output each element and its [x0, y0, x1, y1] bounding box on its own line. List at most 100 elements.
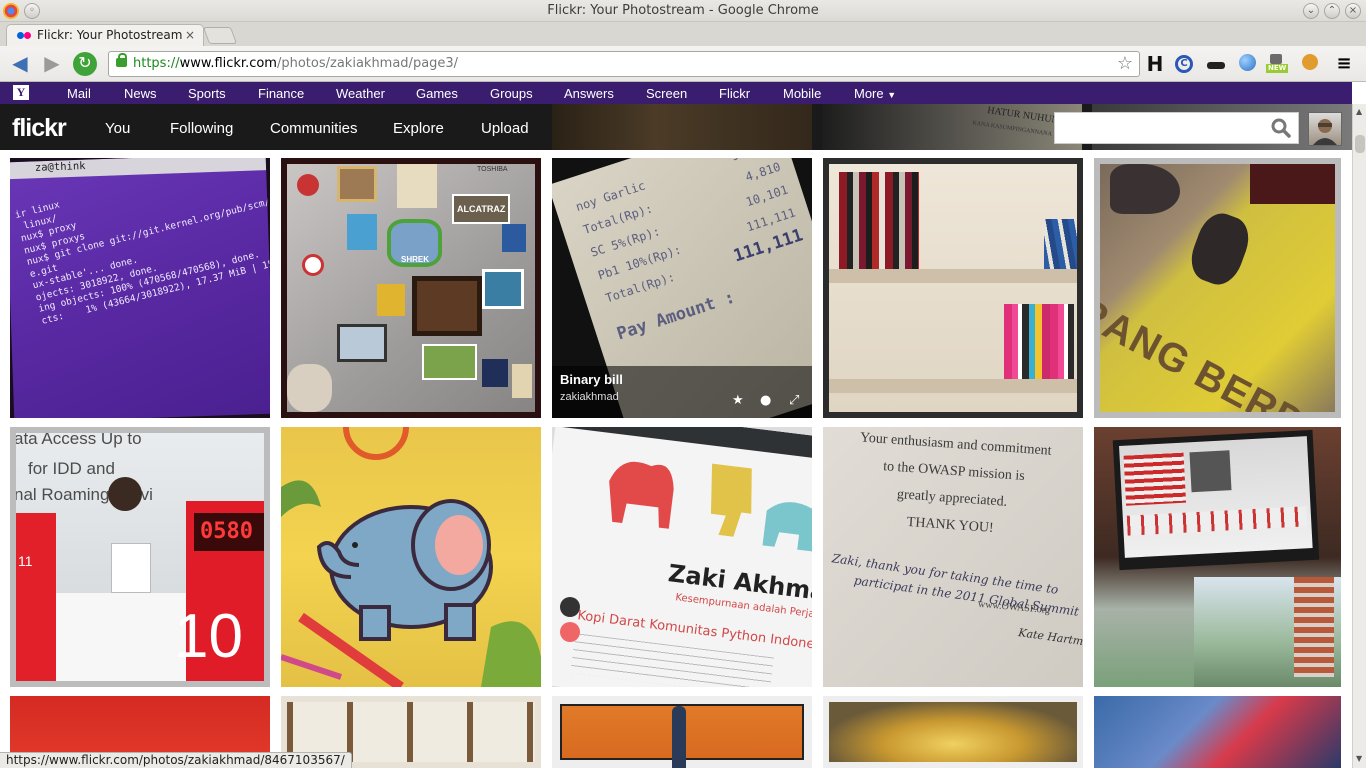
avatar[interactable] [1308, 112, 1342, 146]
animal-illustration [609, 461, 812, 552]
photostream-grid: za@think ir linux linux/nux$ proxy nux$ p… [0, 150, 1352, 768]
yahoo-answers-link[interactable]: Answers [564, 86, 614, 101]
favorite-star-icon[interactable]: ★ [732, 393, 744, 408]
terminal-text: ir linux linux/nux$ proxy nux$ proxys nux$… [14, 197, 270, 327]
nav-upload[interactable]: Upload [481, 120, 529, 137]
tab-title: Flickr: Your Photostream [37, 28, 183, 42]
photo-owasp-card[interactable]: Your enthusiasm and commitment to the OW… [823, 427, 1083, 687]
search-input[interactable] [1054, 112, 1299, 144]
nav-explore[interactable]: Explore [393, 120, 444, 137]
search-icon[interactable] [1270, 117, 1292, 139]
reload-button[interactable]: ↻ [73, 52, 97, 76]
yahoo-news-link[interactable]: News [124, 86, 157, 101]
yahoo-finance-link[interactable]: Finance [258, 86, 304, 101]
comment-icon[interactable]: ● [760, 393, 771, 408]
cookie-extension-icon[interactable] [1300, 54, 1320, 74]
h-extension-icon[interactable]: H [1145, 54, 1165, 74]
header-photo-strip [552, 104, 812, 150]
new-extension-icon[interactable]: NEW [1266, 54, 1289, 74]
counter-number: 10 [174, 602, 243, 671]
scroll-down-icon[interactable]: ▼ [1356, 754, 1364, 764]
chrome-menu-icon[interactable]: ≡ [1334, 54, 1354, 74]
photo-counter-booth[interactable]: ata Access Up to for IDD and nal Roaming… [10, 427, 270, 687]
chevron-down-icon: ▼ [887, 90, 897, 100]
yahoo-groups-link[interactable]: Groups [490, 86, 533, 101]
c-extension-icon[interactable]: C [1175, 55, 1193, 73]
photo-shoes-sign[interactable]: RANG BERDIRI [1094, 158, 1341, 418]
yahoo-sports-link[interactable]: Sports [188, 86, 226, 101]
photo-image: ata Access Up to for IDD and nal Roaming… [16, 433, 264, 681]
yahoo-logo[interactable]: Y [13, 85, 29, 100]
bookmark-star-icon[interactable]: ☆ [1117, 53, 1133, 74]
back-button[interactable]: ◀ [8, 52, 32, 76]
maximize-button[interactable]: ⌃ [1324, 3, 1340, 19]
avatar-face-icon [1313, 119, 1337, 145]
yahoo-mail-link[interactable]: Mail [67, 86, 91, 101]
nav-following[interactable]: Following [170, 120, 233, 137]
nav-you[interactable]: You [105, 120, 130, 137]
counter-number: 11 [18, 553, 33, 569]
led-display: 0580 [200, 519, 253, 544]
card-signature: Kate Hartmann [1017, 626, 1083, 651]
status-bar-url: https://www.flickr.com/photos/zakiakhmad… [0, 752, 352, 768]
photo-train-screen[interactable] [1094, 427, 1341, 687]
photo-owner[interactable]: zakiakhmad [560, 391, 619, 403]
yahoo-mobile-link[interactable]: Mobile [783, 86, 821, 101]
photo-bookshelf[interactable] [823, 158, 1083, 418]
post-format-icon [560, 597, 580, 617]
browser-toolbar: ◀ ▶ ↻ https://www.flickr.com/photos/zaki… [0, 46, 1366, 82]
magnet-label: ALCATRAZ [457, 204, 506, 214]
yahoo-flickr-link[interactable]: Flickr [719, 86, 750, 101]
forward-button[interactable]: ▶ [40, 52, 64, 76]
yahoo-nav-bar: Y Mail News Sports Finance Weather Games… [0, 82, 1352, 104]
floor-sign-text: RANG BERDIRI [1100, 289, 1335, 412]
expand-icon[interactable]: ⤢ [789, 393, 799, 408]
address-bar[interactable]: https://www.flickr.com/photos/zakiakhmad… [108, 51, 1140, 77]
nav-communities[interactable]: Communities [270, 120, 358, 137]
photo-fabric[interactable] [1094, 696, 1341, 768]
photo-image: Zaki Akhmad Kesempurnaan adalah Perjalan… [552, 427, 812, 687]
globe-extension-icon[interactable] [1237, 54, 1257, 74]
tab-close-icon[interactable]: × [185, 28, 195, 42]
tab-flickr[interactable]: Flickr: Your Photostream × [6, 24, 204, 46]
photo-fridge-magnets[interactable]: ALCATRAZ TOSHIBA SHREK [281, 158, 541, 418]
window-title: Flickr: Your Photostream - Google Chrome [547, 3, 819, 18]
yahoo-weather-link[interactable]: Weather [336, 86, 385, 101]
photo-blog-screen[interactable]: Zaki Akhmad Kesempurnaan adalah Perjalan… [552, 427, 812, 687]
sign-text: ata Access Up to [16, 433, 142, 448]
flickr-logo[interactable]: flickr [12, 114, 67, 143]
photo-elephant-drawing[interactable] [281, 427, 541, 687]
lock-icon [116, 53, 127, 67]
window-titlebar: ◦ Flickr: Your Photostream - Google Chro… [0, 0, 1366, 22]
url-text: https://www.flickr.com/photos/zakiakhmad… [133, 56, 459, 71]
scroll-thumb[interactable] [1355, 135, 1365, 153]
photo-title[interactable]: Binary bill [560, 372, 623, 387]
header-strip-text: HATUR NUHUN [986, 105, 1060, 126]
photo-binary-bill[interactable]: noy Garlic Total(Rp): SC 5%(Rp): Pb1 10%… [552, 158, 812, 418]
mask-extension-icon[interactable] [1206, 54, 1226, 74]
yahoo-screen-link[interactable]: Screen [646, 86, 687, 101]
scroll-up-icon[interactable]: ▲ [1356, 107, 1364, 117]
photo-image: RANG BERDIRI [1100, 164, 1335, 412]
photo-image: ALCATRAZ TOSHIBA SHREK [287, 164, 535, 412]
photo-image [829, 702, 1077, 762]
heart-icon [560, 622, 580, 642]
yahoo-more-link[interactable]: More ▼ [854, 86, 896, 101]
photo-image: za@think ir linux linux/nux$ proxy nux$ p… [10, 158, 270, 418]
header-photo-strip: HATUR NUHUN KANA KASUMPINGANNANA [822, 104, 1082, 150]
close-window-button[interactable]: × [1345, 3, 1361, 19]
photo-terminal[interactable]: za@think ir linux linux/nux$ proxy nux$ p… [10, 158, 270, 418]
photo-image [829, 164, 1077, 412]
photo-food-plate[interactable] [823, 696, 1083, 768]
flickr-favicon-icon [17, 32, 31, 39]
yahoo-games-link[interactable]: Games [416, 86, 458, 101]
page-scrollbar[interactable]: ▲ ▼ [1352, 104, 1366, 768]
elephant-illustration [281, 427, 541, 687]
photo-pen-notebook[interactable] [552, 696, 812, 768]
photo-image [560, 704, 804, 768]
minimize-button[interactable]: ⌄ [1303, 3, 1319, 19]
magnet-label: SHREK [401, 255, 430, 264]
new-tab-button[interactable] [202, 27, 238, 44]
flickr-header: HATUR NUHUN KANA KASUMPINGANNANA flickr … [0, 104, 1352, 150]
magnet-label: TOSHIBA [477, 166, 508, 173]
